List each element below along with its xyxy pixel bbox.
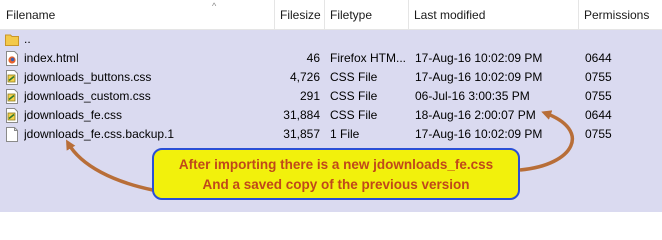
- file-type: CSS File: [330, 108, 378, 122]
- file-list-header: Filename ^ Filesize Filetype Last modifi…: [0, 0, 662, 30]
- file-modified: 17-Aug-16 10:02:09 PM: [415, 127, 543, 141]
- file-name: index.html: [24, 51, 79, 65]
- firefox-html-icon: [6, 51, 18, 66]
- file-modified: 17-Aug-16 10:02:09 PM: [415, 70, 543, 84]
- file-size: 31,884: [283, 108, 320, 122]
- annotation-callout: After importing there is a new jdownload…: [152, 148, 520, 200]
- column-header-filetype[interactable]: Filetype: [324, 0, 408, 29]
- column-header-permissions[interactable]: Permissions: [578, 0, 662, 29]
- css-file-icon: [6, 70, 18, 85]
- list-item-parent-dir[interactable]: ..: [0, 30, 662, 49]
- file-name: jdownloads_fe.css.backup.1: [24, 127, 175, 141]
- sort-ascending-icon: ^: [212, 1, 217, 11]
- file-modified: 17-Aug-16 10:02:09 PM: [415, 51, 543, 65]
- file-type: Firefox HTM...: [330, 51, 407, 65]
- table-row[interactable]: jdownloads_fe.css.backup.1 31,857 1 File…: [0, 125, 662, 144]
- file-type: CSS File: [330, 89, 378, 103]
- blank-file-icon: [6, 127, 18, 142]
- callout-line-1: After importing there is a new jdownload…: [178, 157, 494, 172]
- file-type: 1 File: [330, 127, 360, 141]
- file-permissions: 0755: [585, 70, 612, 84]
- file-type: CSS File: [330, 70, 378, 84]
- parent-dir-label: ..: [24, 32, 31, 46]
- table-row[interactable]: jdownloads_fe.css 31,884 CSS File 18-Aug…: [0, 106, 662, 125]
- column-header-filesize[interactable]: Filesize: [274, 0, 324, 29]
- callout-line-2: And a saved copy of the previous version: [202, 177, 470, 192]
- table-row[interactable]: index.html 46 Firefox HTM... 17-Aug-16 1…: [0, 49, 662, 68]
- file-modified: 06-Jul-16 3:00:35 PM: [415, 89, 530, 103]
- file-size: 291: [299, 89, 320, 103]
- file-permissions: 0644: [585, 51, 612, 65]
- file-size: 4,726: [289, 70, 320, 84]
- file-permissions: 0755: [585, 127, 612, 141]
- file-permissions: 0644: [585, 108, 612, 122]
- table-row[interactable]: jdownloads_custom.css 291 CSS File 06-Ju…: [0, 87, 662, 106]
- file-modified: 18-Aug-16 2:00:07 PM: [415, 108, 536, 122]
- file-name: jdownloads_custom.css: [24, 89, 151, 103]
- folder-icon: [5, 34, 19, 46]
- css-file-icon: [6, 89, 18, 104]
- file-size: 31,857: [283, 127, 320, 141]
- file-permissions: 0755: [585, 89, 612, 103]
- file-name: jdownloads_buttons.css: [24, 70, 152, 84]
- file-size: 46: [306, 51, 320, 65]
- column-header-last-modified[interactable]: Last modified: [408, 0, 578, 29]
- table-row[interactable]: jdownloads_buttons.css 4,726 CSS File 17…: [0, 68, 662, 87]
- css-file-icon: [6, 108, 18, 123]
- file-name: jdownloads_fe.css: [24, 108, 123, 122]
